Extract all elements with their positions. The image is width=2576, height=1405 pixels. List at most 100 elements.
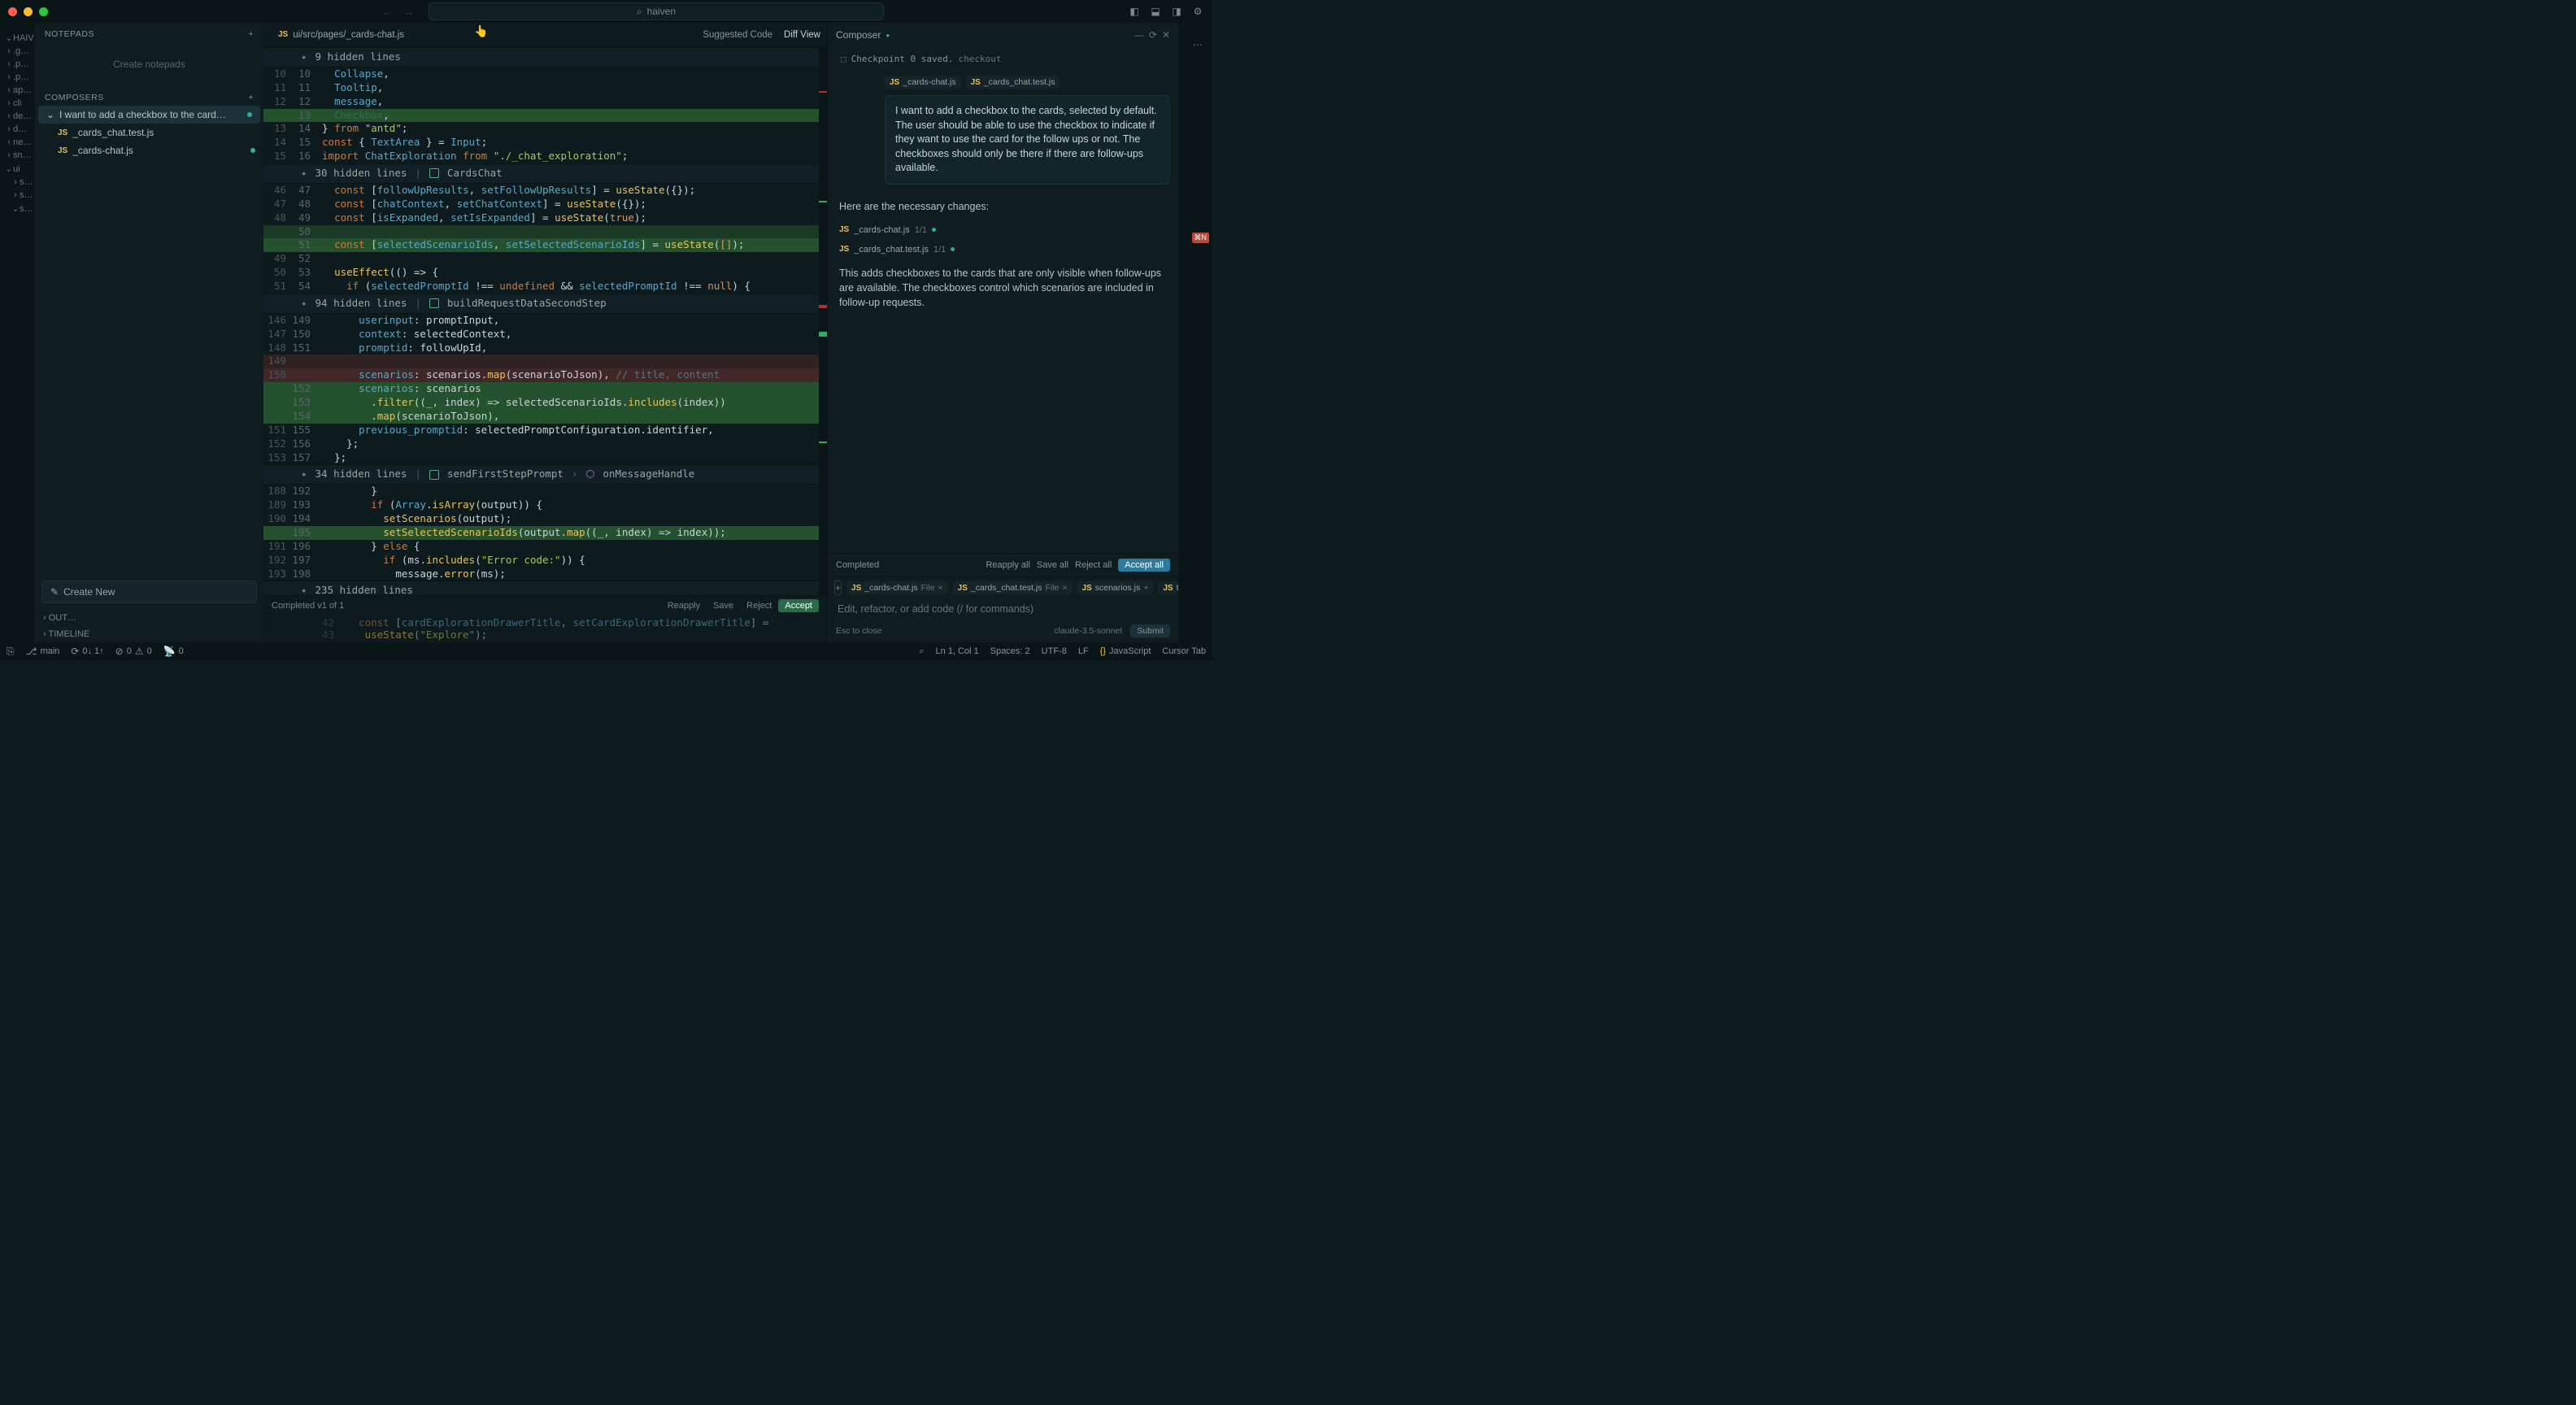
add-notepad-icon[interactable]: + <box>248 29 254 39</box>
reapply-button[interactable]: Reapply <box>661 599 707 612</box>
explorer-root[interactable]: ⌄HAIV… <box>0 31 34 45</box>
status-dot-icon <box>250 148 255 153</box>
sync-icon: ⟳ <box>71 646 79 657</box>
composer-input[interactable]: Edit, refactor, or add code (/ for comma… <box>828 598 1178 620</box>
language-mode[interactable]: {} JavaScript <box>1100 646 1151 656</box>
window-maximize[interactable] <box>39 7 48 16</box>
response-body: This adds checkboxes to the cards that a… <box>839 266 1167 310</box>
fold-bar[interactable]: ✦9 hidden lines <box>263 47 827 67</box>
sync-indicator[interactable]: ⟳0↓ 1↑ <box>71 646 103 657</box>
explorer-folder[interactable]: ›s… <box>0 189 34 202</box>
window-close[interactable] <box>8 7 17 16</box>
explorer-folder[interactable]: ⌄s… <box>0 202 34 215</box>
accept-all-button[interactable]: Accept all <box>1118 559 1170 572</box>
encoding-indicator[interactable]: UTF-8 <box>1042 646 1067 656</box>
cursor-tab-indicator[interactable]: Cursor Tab <box>1162 646 1206 656</box>
context-tab[interactable]: JS_cards_chat.test.js File× <box>953 581 1073 594</box>
explorer-folder[interactable]: ⌄ui <box>0 162 34 176</box>
nav-forward-icon[interactable]: → <box>402 5 414 18</box>
explorer-folder[interactable]: ›.p… <box>0 58 34 71</box>
js-file-icon: JS <box>1082 584 1092 593</box>
command-center[interactable]: ⌕ haiven <box>429 2 884 20</box>
problems-indicator[interactable]: ⊘0 ⚠0 <box>115 646 152 657</box>
accept-button[interactable]: Accept <box>778 599 819 612</box>
eol-indicator[interactable]: LF <box>1078 646 1089 656</box>
panel-bottom-icon[interactable]: ⬓ <box>1149 5 1162 18</box>
explorer-folder[interactable]: ›s… <box>0 176 34 189</box>
code-editor[interactable]: ✦9 hidden lines 1010 Collapse, 1111 Tool… <box>263 47 827 595</box>
checkout-link[interactable]: checkout <box>958 54 1001 64</box>
context-tab[interactable]: JSthreat- <box>1158 581 1178 594</box>
js-file-icon: JS <box>890 78 899 87</box>
close-icon[interactable]: ✕ <box>1162 29 1170 41</box>
function-icon: ⬡ <box>585 468 594 481</box>
sparkle-icon: ✦ <box>301 50 307 64</box>
explorer-folder[interactable]: ›.p… <box>0 71 34 84</box>
explorer-folder[interactable]: ›cli <box>0 97 34 110</box>
close-icon[interactable]: × <box>938 583 943 593</box>
outline-section[interactable]: › OUT… <box>35 610 263 626</box>
explorer-folder[interactable]: ›d… <box>0 123 34 136</box>
refresh-icon[interactable]: ⟳ <box>1149 29 1157 41</box>
changed-file-row[interactable]: JS _cards-chat.js 1/1 <box>839 225 1167 235</box>
explorer-folder[interactable]: ›de… <box>0 110 34 123</box>
composer-item-active[interactable]: ⌄ I want to add a checkbox to the card… <box>38 106 260 124</box>
file-chip[interactable]: JS_cards-chat.js <box>885 76 961 89</box>
window-minimize[interactable] <box>24 7 33 16</box>
notepads-panel: NOTEPADS + Create notepads COMPOSERS + ⌄… <box>34 23 263 642</box>
search-status-icon[interactable]: ⌕ <box>919 646 924 657</box>
reject-all-button[interactable]: Reject all <box>1075 560 1112 570</box>
minimize-icon[interactable]: — <box>1134 29 1144 41</box>
composer-file-item[interactable]: JS _cards_chat.test.js <box>35 124 263 141</box>
panel-left-icon[interactable]: ◧ <box>1128 5 1141 18</box>
diff-view-toggle[interactable]: Diff View <box>784 30 820 40</box>
branch-indicator[interactable]: ⎇main <box>26 646 60 657</box>
composer-file-label: _cards-chat.js <box>72 145 133 156</box>
explorer-folder[interactable]: ›.g… <box>0 45 34 58</box>
fold-crumb: CardsChat <box>447 167 503 181</box>
new-file-icon: ✎ <box>50 586 59 598</box>
status-dot-icon <box>932 228 936 232</box>
create-notepads-hint[interactable]: Create notepads <box>35 42 263 86</box>
close-icon[interactable]: × <box>1062 583 1067 593</box>
changed-file-row[interactable]: JS _cards_chat.test.js 1/1 <box>839 245 1167 254</box>
explorer-folder[interactable]: ›sn… <box>0 149 34 162</box>
context-tab[interactable]: JSscenarios.js + <box>1077 581 1154 594</box>
add-composer-icon[interactable]: + <box>248 93 254 102</box>
context-tab[interactable]: JS_cards-chat.js File× <box>846 581 948 594</box>
status-dot-icon <box>247 112 252 117</box>
more-icon[interactable]: ⋯ <box>1193 39 1203 50</box>
add-context-button[interactable]: + <box>834 581 842 595</box>
fold-bar[interactable]: ✦235 hidden lines <box>263 581 827 595</box>
fold-crumb: buildRequestDataSecondStep <box>447 297 607 311</box>
submit-button[interactable]: Submit <box>1130 624 1170 637</box>
reapply-all-button[interactable]: Reapply all <box>986 560 1029 570</box>
suggested-code-toggle[interactable]: Suggested Code <box>703 30 772 40</box>
explorer-folder[interactable]: ›ne… <box>0 136 34 149</box>
status-dot-icon <box>951 247 955 251</box>
fold-bar[interactable]: ✦30 hidden lines | CardsChat <box>263 163 827 184</box>
composer-file-item[interactable]: JS _cards-chat.js <box>35 141 263 159</box>
editor-tab[interactable]: JS ui/src/pages/_cards-chat.js <box>270 23 412 46</box>
timeline-section[interactable]: › TIMELINE <box>35 626 263 642</box>
save-all-button[interactable]: Save all <box>1037 560 1068 570</box>
reject-button[interactable]: Reject <box>740 599 778 612</box>
nav-back-icon[interactable]: ← <box>381 5 393 18</box>
fold-bar[interactable]: ✦34 hidden lines | sendFirstStepPrompt ›… <box>263 464 827 485</box>
remote-icon: ⎘ <box>7 646 15 658</box>
create-new-button[interactable]: ✎ Create New <box>41 581 257 603</box>
status-bar: ⎘ ⎇main ⟳0↓ 1↑ ⊘0 ⚠0 📡0 ⌕ Ln 1, Col 1 Sp… <box>0 642 1212 660</box>
panel-right-icon[interactable]: ◨ <box>1170 5 1183 18</box>
model-selector[interactable]: claude-3.5-sonnet <box>1054 626 1122 636</box>
remote-button[interactable]: ⎘ <box>7 646 15 658</box>
ports-indicator[interactable]: 📡0 <box>163 646 184 657</box>
save-button[interactable]: Save <box>707 599 740 612</box>
fold-bar[interactable]: ✦94 hidden lines | buildRequestDataSecon… <box>263 294 827 314</box>
context-chips: JS_cards-chat.js JS_cards_chat.test.js <box>885 76 1170 89</box>
explorer-folder[interactable]: ›ap… <box>0 84 34 97</box>
cursor-position[interactable]: Ln 1, Col 1 <box>936 646 979 656</box>
file-chip[interactable]: JS_cards_chat.test.js <box>966 76 1060 89</box>
minimap[interactable] <box>819 47 827 595</box>
settings-gear-icon[interactable]: ⚙ <box>1191 5 1204 18</box>
indent-indicator[interactable]: Spaces: 2 <box>990 646 1030 656</box>
